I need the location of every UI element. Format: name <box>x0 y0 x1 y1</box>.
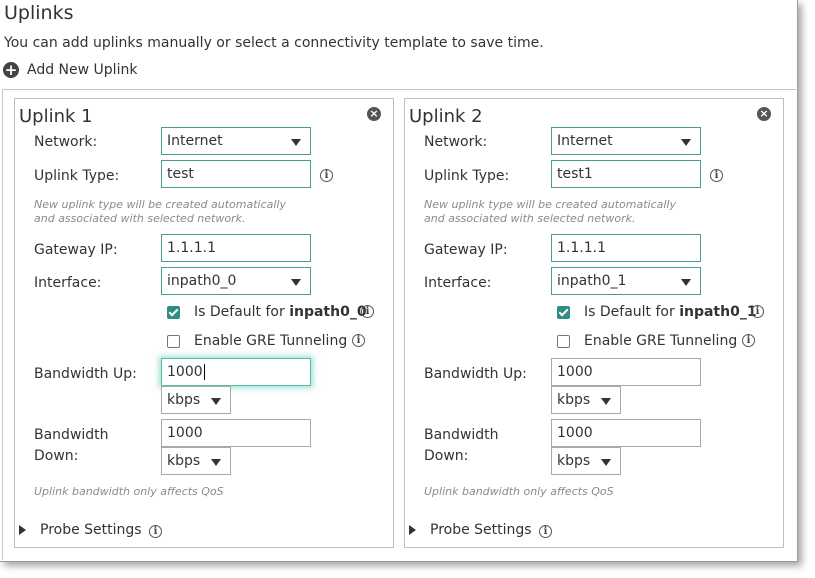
bandwidth-down-input[interactable]: 1000 <box>551 419 701 447</box>
caret-down-icon <box>211 459 221 466</box>
info-icon[interactable]: i <box>352 334 365 347</box>
add-new-uplink-button[interactable]: + Add New Uplink <box>3 61 137 79</box>
page-description: You can add uplinks manually or select a… <box>4 35 544 51</box>
is-default-interface: inpath0_1 <box>679 304 757 320</box>
caret-down-icon <box>601 459 611 466</box>
info-icon[interactable]: i <box>539 525 552 538</box>
caret-down-icon <box>291 279 301 286</box>
uplink-type-hint-line2: and associated with selected network. <box>34 212 246 225</box>
bandwidth-hint: Uplink bandwidth only affects QoS <box>424 485 614 498</box>
bandwidth-down-label-line2: Down: <box>34 448 79 464</box>
uplink-type-input[interactable]: test <box>161 160 311 188</box>
interface-label: Interface: <box>34 275 102 291</box>
gre-tunneling-checkbox[interactable] <box>167 335 180 348</box>
caret-down-icon <box>601 398 611 405</box>
caret-down-icon <box>291 139 301 146</box>
bandwidth-down-label-line1: Bandwidth <box>424 427 499 443</box>
is-default-prefix: Is Default for <box>584 304 680 320</box>
bandwidth-up-label: Bandwidth Up: <box>34 366 137 382</box>
info-icon[interactable]: i <box>320 169 333 182</box>
bandwidth-up-unit-value: kbps <box>167 392 201 408</box>
network-select[interactable]: Internet <box>551 127 701 155</box>
info-icon[interactable]: i <box>751 305 764 318</box>
probe-settings-toggle[interactable]: Probe Settings <box>19 522 142 538</box>
probe-settings-label: Probe Settings <box>430 522 532 538</box>
caret-right-icon <box>19 525 26 535</box>
text-cursor <box>203 364 205 380</box>
is-default-checkbox[interactable] <box>167 306 180 319</box>
add-new-uplink-label: Add New Uplink <box>27 62 138 78</box>
info-icon[interactable]: i <box>742 334 755 347</box>
bandwidth-hint: Uplink bandwidth only affects QoS <box>34 485 224 498</box>
uplink-card-1: Uplink 1 × Network: Internet Uplink Type… <box>14 98 394 548</box>
bandwidth-down-unit-select[interactable]: kbps <box>161 447 231 475</box>
gateway-ip-label: Gateway IP: <box>424 242 508 258</box>
caret-right-icon <box>409 525 416 535</box>
uplink-title: Uplink 2 <box>409 106 483 127</box>
bandwidth-up-input[interactable]: 1000 <box>161 358 311 386</box>
is-default-prefix: Is Default for <box>194 304 290 320</box>
uplink-card-2: Uplink 2 × Network: Internet Uplink Type… <box>404 98 784 548</box>
caret-down-icon <box>681 139 691 146</box>
gateway-ip-label: Gateway IP: <box>34 242 118 258</box>
is-default-interface: inpath0_0 <box>289 304 367 320</box>
bandwidth-up-value: 1000 <box>167 364 203 380</box>
interface-select[interactable]: inpath0_1 <box>551 267 701 295</box>
uplink-title: Uplink 1 <box>19 106 93 127</box>
close-icon[interactable]: × <box>757 107 771 121</box>
info-icon[interactable]: i <box>361 305 374 318</box>
bandwidth-down-label-line1: Bandwidth <box>34 427 109 443</box>
bandwidth-up-unit-select[interactable]: kbps <box>551 386 621 414</box>
caret-down-icon <box>211 398 221 405</box>
info-icon[interactable]: i <box>710 169 723 182</box>
bandwidth-down-unit-value: kbps <box>557 453 591 469</box>
bandwidth-up-unit-select[interactable]: kbps <box>161 386 231 414</box>
close-icon[interactable]: × <box>367 107 381 121</box>
caret-down-icon <box>681 279 691 286</box>
page-title: Uplinks <box>4 2 74 24</box>
is-default-label: Is Default for inpath0_0 <box>194 304 367 320</box>
uplink-type-label: Uplink Type: <box>34 168 120 184</box>
interface-label: Interface: <box>424 275 492 291</box>
network-select[interactable]: Internet <box>161 127 311 155</box>
gre-tunneling-checkbox[interactable] <box>557 335 570 348</box>
interface-select[interactable]: inpath0_0 <box>161 267 311 295</box>
is-default-checkbox[interactable] <box>557 306 570 319</box>
network-label: Network: <box>34 134 98 150</box>
plus-circle-icon: + <box>3 60 19 79</box>
uplink-type-value: test1 <box>557 166 593 182</box>
bandwidth-down-unit-select[interactable]: kbps <box>551 447 621 475</box>
uplink-type-hint-line1: New uplink type will be created automati… <box>424 198 677 211</box>
bandwidth-up-value: 1000 <box>557 364 593 380</box>
bandwidth-up-input[interactable]: 1000 <box>551 358 701 386</box>
info-icon[interactable]: i <box>149 525 162 538</box>
network-value: Internet <box>557 133 613 149</box>
bandwidth-up-label: Bandwidth Up: <box>424 366 527 382</box>
gateway-ip-value: 1.1.1.1 <box>167 240 216 256</box>
gateway-ip-input[interactable]: 1.1.1.1 <box>551 234 701 262</box>
bandwidth-up-unit-value: kbps <box>557 392 591 408</box>
interface-value: inpath0_0 <box>167 273 237 289</box>
uplink-type-value: test <box>167 166 194 182</box>
bandwidth-down-label-line2: Down: <box>424 448 469 464</box>
uplink-type-input[interactable]: test1 <box>551 160 701 188</box>
is-default-label: Is Default for inpath0_1 <box>584 304 757 320</box>
bandwidth-down-value: 1000 <box>557 425 593 441</box>
gre-tunneling-label: Enable GRE Tunneling <box>584 333 738 349</box>
bandwidth-down-value: 1000 <box>167 425 203 441</box>
gre-tunneling-label: Enable GRE Tunneling <box>194 333 348 349</box>
uplinks-panel: Uplinks You can add uplinks manually or … <box>0 0 798 562</box>
uplink-type-hint-line2: and associated with selected network. <box>424 212 636 225</box>
interface-value: inpath0_1 <box>557 273 627 289</box>
uplink-type-label: Uplink Type: <box>424 168 510 184</box>
bandwidth-down-input[interactable]: 1000 <box>161 419 311 447</box>
gateway-ip-value: 1.1.1.1 <box>557 240 606 256</box>
probe-settings-toggle[interactable]: Probe Settings <box>409 522 532 538</box>
network-value: Internet <box>167 133 223 149</box>
gateway-ip-input[interactable]: 1.1.1.1 <box>161 234 311 262</box>
uplink-type-hint-line1: New uplink type will be created automati… <box>34 198 287 211</box>
probe-settings-label: Probe Settings <box>40 522 142 538</box>
bandwidth-down-unit-value: kbps <box>167 453 201 469</box>
network-label: Network: <box>424 134 488 150</box>
